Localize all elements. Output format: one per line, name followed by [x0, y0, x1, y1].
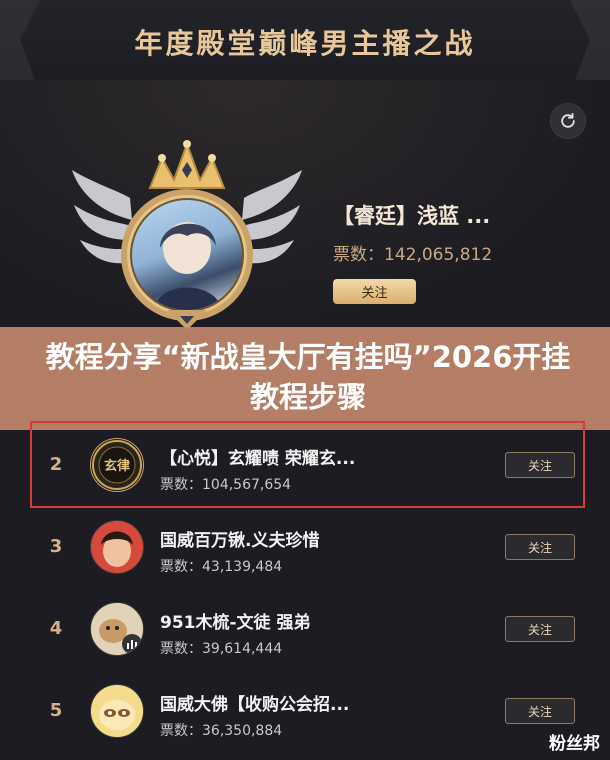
champion-follow-button[interactable]: 关注 [333, 279, 416, 304]
champion-avatar[interactable] [132, 200, 242, 310]
rank-number: 3 [49, 536, 63, 557]
streamer-name: 国威百万锹.义夫珍惜 [160, 531, 320, 551]
refresh-button[interactable] [550, 103, 586, 139]
refresh-icon [561, 113, 575, 128]
avatar-portrait [91, 603, 143, 655]
avatar-portrait [91, 521, 143, 573]
overlay-banner: 教程分享“新战皇大厅有挂吗”2026开挂教程步骤 [0, 327, 610, 430]
streamer-name: 国威大佛【收购公会招... [160, 695, 350, 715]
streamer-name: 951木梳-文徒 强弟 [160, 613, 311, 633]
champion-name: 【睿廷】浅蓝 ... [333, 204, 491, 228]
follow-button[interactable]: 关注 [505, 698, 575, 724]
list-item[interactable]: 3 国威百万锹.义夫珍惜 票数：43,139,484 关注 [0, 510, 610, 592]
champion-votes: 票数：142,065,812 [333, 245, 493, 265]
rank-number: 4 [49, 618, 63, 639]
leaderboard-page: 年度殿堂巅峰男主播之战 【睿廷】浅蓝 ... 票数：142,065,812 关注… [0, 0, 610, 760]
avatar-portrait [91, 685, 143, 737]
list-item[interactable]: 4 951木梳-文徒 强弟 票数：39,614,444 关注 [0, 592, 610, 674]
header: 年度殿堂巅峰男主播之战 [0, 0, 610, 81]
follow-button[interactable]: 关注 [505, 616, 575, 642]
watermark: 粉丝邦 [549, 734, 600, 754]
header-decoration-right [570, 0, 610, 80]
rank-number: 5 [49, 700, 63, 721]
vote-count: 票数：43,139,484 [160, 559, 283, 575]
vote-count: 票数：36,350,884 [160, 723, 283, 739]
avatar[interactable] [90, 602, 144, 656]
banner-text: 教程分享“新战皇大厅有挂吗”2026开挂教程步骤 [45, 340, 571, 414]
follow-button[interactable]: 关注 [505, 534, 575, 560]
list-item[interactable]: 5 国威大佛【收购公会招... 票数：36,350,884 关注 [0, 674, 610, 756]
vote-count: 票数：39,614,444 [160, 641, 283, 657]
champion-emblem [72, 140, 302, 335]
avatar[interactable] [90, 520, 144, 574]
avatar[interactable] [90, 684, 144, 738]
champion-avatar-portrait [154, 222, 222, 310]
page-title: 年度殿堂巅峰男主播之战 [134, 27, 476, 60]
highlight-box [30, 421, 585, 508]
